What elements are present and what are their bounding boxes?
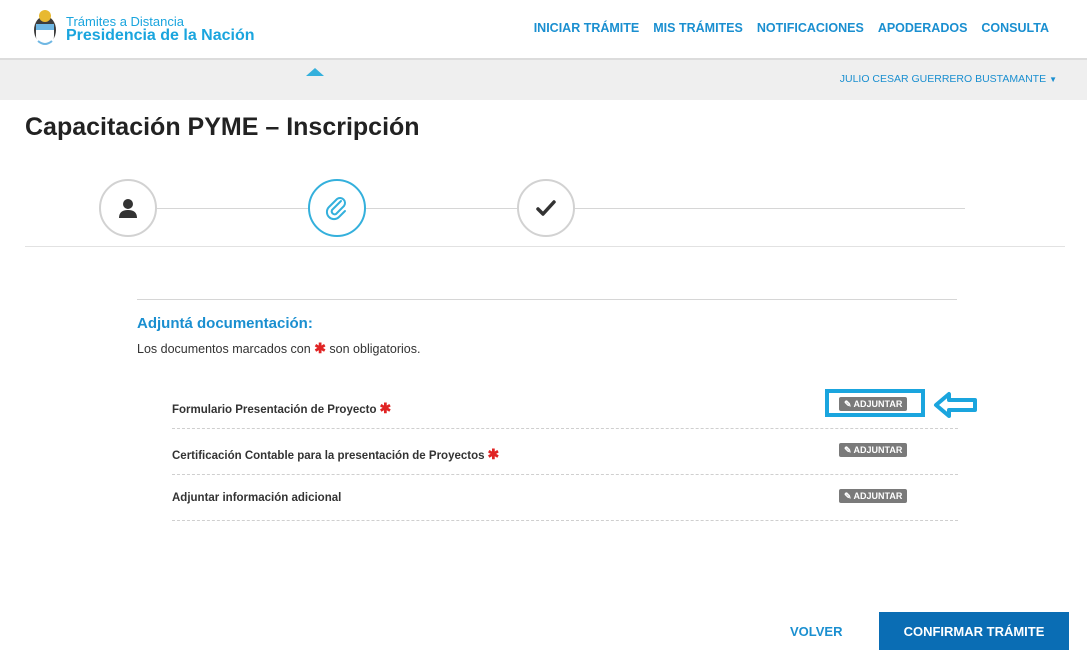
document-label: Formulario Presentación de Proyecto ✱ bbox=[172, 400, 391, 417]
attachments-panel: Adjuntá documentación: Los documentos ma… bbox=[137, 299, 957, 357]
page-title: Capacitación PYME – Inscripción bbox=[25, 113, 420, 141]
nav-notificaciones[interactable]: NOTIFICACIONES bbox=[757, 21, 864, 35]
step-attach-documents[interactable] bbox=[308, 179, 366, 237]
user-menu[interactable]: JULIO CESAR GUERRERO BUSTAMANTE ▼ bbox=[840, 73, 1057, 85]
left-arrow-icon bbox=[934, 392, 977, 418]
paperclip-icon: ✎ bbox=[844, 491, 852, 501]
top-header: Trámites a Distancia Presidencia de la N… bbox=[0, 0, 1087, 60]
brand-title: Presidencia de la Nación bbox=[66, 27, 255, 44]
required-asterisk-icon: ✱ bbox=[314, 340, 326, 356]
document-row: Adjuntar información adicional ✎ ADJUNTAR bbox=[172, 475, 958, 521]
argentina-coat-of-arms-icon bbox=[34, 10, 56, 45]
active-step-pointer bbox=[306, 68, 324, 76]
attach-button-label: ADJUNTAR bbox=[853, 491, 903, 501]
checkmark-icon bbox=[536, 200, 556, 216]
document-label: Adjuntar información adicional bbox=[172, 492, 341, 504]
main-nav: INICIAR TRÁMITE MIS TRÁMITES NOTIFICACIO… bbox=[534, 21, 1049, 35]
nav-mis-tramites[interactable]: MIS TRÁMITES bbox=[653, 21, 743, 35]
confirm-button[interactable]: CONFIRMAR TRÁMITE bbox=[879, 612, 1069, 650]
attach-button-label: ADJUNTAR bbox=[853, 445, 903, 455]
section-title: Adjuntá documentación: bbox=[137, 315, 313, 332]
document-label: Certificación Contable para la presentac… bbox=[172, 446, 499, 463]
user-name: JULIO CESAR GUERRERO BUSTAMANTE bbox=[839, 73, 1047, 85]
document-name: Formulario Presentación de Proyecto bbox=[172, 404, 377, 416]
user-bar: JULIO CESAR GUERRERO BUSTAMANTE ▼ bbox=[0, 60, 1087, 100]
required-asterisk-icon: ✱ bbox=[487, 446, 500, 462]
stepper-divider bbox=[25, 246, 1065, 247]
paperclip-icon bbox=[325, 197, 346, 221]
back-button[interactable]: VOLVER bbox=[790, 624, 843, 639]
document-name: Adjuntar información adicional bbox=[172, 492, 342, 504]
attach-button[interactable]: ✎ ADJUNTAR bbox=[839, 443, 908, 457]
highlight-box bbox=[825, 389, 925, 417]
nav-iniciar-tramite[interactable]: INICIAR TRÁMITE bbox=[534, 21, 640, 35]
step-personal-data[interactable] bbox=[99, 179, 157, 237]
panel-divider bbox=[137, 299, 957, 300]
user-icon bbox=[119, 199, 137, 218]
document-name: Certificación Contable para la presentac… bbox=[172, 450, 485, 462]
required-note: Los documentos marcados con ✱ son obliga… bbox=[137, 340, 957, 357]
required-asterisk-icon: ✱ bbox=[379, 400, 392, 416]
note-text-before: Los documentos marcados con bbox=[137, 342, 311, 356]
paperclip-icon: ✎ bbox=[844, 445, 852, 455]
note-text-after: son obligatorios. bbox=[329, 342, 421, 356]
attach-button[interactable]: ✎ ADJUNTAR bbox=[839, 489, 908, 503]
brand-logo[interactable]: Trámites a Distancia Presidencia de la N… bbox=[30, 8, 280, 50]
document-row: Certificación Contable para la presentac… bbox=[172, 429, 958, 475]
nav-consulta[interactable]: CONSULTA bbox=[981, 21, 1049, 35]
progress-stepper bbox=[25, 170, 1065, 250]
caret-down-icon: ▼ bbox=[1049, 75, 1057, 84]
nav-apoderados[interactable]: APODERADOS bbox=[878, 21, 968, 35]
step-confirm[interactable] bbox=[517, 179, 575, 237]
